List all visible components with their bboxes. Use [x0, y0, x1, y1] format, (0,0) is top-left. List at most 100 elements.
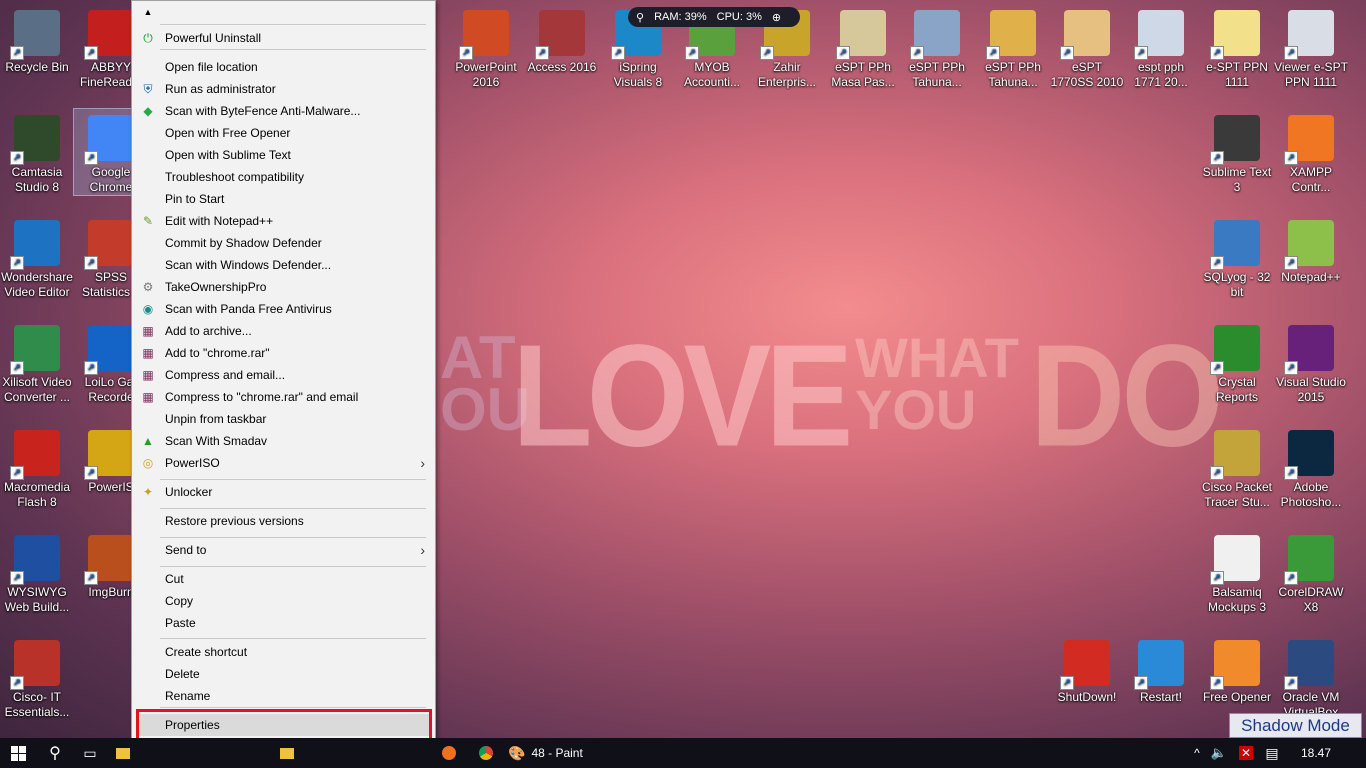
desktop-icon-label: Free Opener: [1202, 690, 1272, 704]
shortcut-arrow-icon: ↗: [1134, 676, 1148, 690]
menu-item-paste[interactable]: Paste: [132, 612, 435, 634]
desktop-icon-label: e-SPT PPN 1111: [1206, 60, 1268, 89]
desktop-icon-sublime-text-3[interactable]: ↗ Sublime Text 3: [1200, 109, 1274, 195]
desktop-icon-wondershare-video-editor[interactable]: ↗ Wondershare Video Editor: [0, 214, 74, 300]
shadow-mode-label: Shadow Mode: [1229, 713, 1362, 738]
desktop-icon-coreldraw-x8[interactable]: ↗ CorelDRAW X8: [1274, 529, 1348, 615]
menu-item-troubleshoot-compatibility[interactable]: Troubleshoot compatibility: [132, 166, 435, 188]
menu-item-pin-to-start[interactable]: Pin to Start: [132, 188, 435, 210]
desktop-icon-espt-1770ss-2010[interactable]: ↗ eSPT 1770SS 2010: [1050, 4, 1124, 90]
espt-pph-masa-pas-icon: ↗: [836, 10, 886, 60]
menu-item-cut[interactable]: Cut: [132, 568, 435, 590]
desktop-icon-viewer-e-spt-ppn-1111[interactable]: ↗ Viewer e-SPT PPN 1111: [1274, 4, 1348, 90]
folder-icon[interactable]: [276, 738, 298, 768]
network-icon[interactable]: ✕: [1236, 738, 1256, 768]
shortcut-arrow-icon: ↗: [1210, 466, 1224, 480]
menu-item-create-shortcut[interactable]: Create shortcut: [132, 641, 435, 663]
action-center-icon[interactable]: ▤: [1262, 738, 1282, 768]
menu-item-takeownershippro[interactable]: ⚙ TakeOwnershipPro: [132, 276, 435, 298]
desktop-icon-oracle-vm-virtualbox[interactable]: ↗ Oracle VM VirtualBox: [1274, 634, 1348, 720]
menu-item-label: Pin to Start: [165, 192, 225, 206]
desktop-icon-sqlyog-32-bit[interactable]: ↗ SQLyog - 32 bit: [1200, 214, 1274, 300]
gear-icon: ⚙: [142, 280, 154, 294]
show-hidden-icons-icon[interactable]: ^: [1188, 738, 1206, 768]
menu-item-send-to[interactable]: Send to ›: [132, 539, 435, 561]
desktop-icon-xampp-contr[interactable]: ↗ XAMPP Contr...: [1274, 109, 1348, 195]
menu-item-unlocker[interactable]: ✦ Unlocker: [132, 481, 435, 503]
desktop-icon-e-spt-ppn-1111[interactable]: ↗ e-SPT PPN 1111: [1200, 4, 1274, 90]
desktop-icon-cisco-packet-tracer-stu[interactable]: ↗ Cisco Packet Tracer Stu...: [1200, 424, 1274, 510]
desktop-icon-cisco-it-essentials[interactable]: ↗ Cisco- IT Essentials...: [0, 634, 74, 720]
menu-item-open-with-free-opener[interactable]: Open with Free Opener: [132, 122, 435, 144]
menu-item-powerful-uninstall[interactable]: ⏻ Powerful Uninstall: [132, 27, 435, 49]
volume-icon[interactable]: 🔈: [1210, 738, 1228, 768]
ram-usage: RAM: 39%: [654, 11, 707, 23]
menu-item-compress-to-chrome-rar-and-email[interactable]: ▦ Compress to "chrome.rar" and email: [132, 386, 435, 408]
start-button[interactable]: [0, 738, 36, 768]
desktop-icon-restart[interactable]: ↗ Restart!: [1124, 634, 1198, 705]
paint-taskbar-button[interactable]: 🎨 48 - Paint: [508, 738, 598, 768]
desktop-icon-espt-pph-1771-20[interactable]: ↗ espt pph 1771 20...: [1124, 4, 1198, 90]
shortcut-arrow-icon: ↗: [1134, 46, 1148, 60]
menu-item-copy[interactable]: Copy: [132, 590, 435, 612]
desktop-icon-balsamiq-mockups-3[interactable]: ↗ Balsamiq Mockups 3: [1200, 529, 1274, 615]
menu-item-scan-with-bytefence-anti-malware[interactable]: ◆ Scan with ByteFence Anti-Malware...: [132, 100, 435, 122]
menu-item-commit-by-shadow-defender[interactable]: Commit by Shadow Defender: [132, 232, 435, 254]
menu-item-poweriso[interactable]: ◎ PowerISO ›: [132, 452, 435, 474]
search-icon[interactable]: ⚲: [40, 738, 70, 768]
file-explorer-icon[interactable]: [112, 738, 134, 768]
panda-icon: ◉: [142, 302, 154, 316]
viewer-e-spt-ppn-1111-icon: ↗: [1284, 10, 1334, 60]
menu-item-unpin-from-taskbar[interactable]: Unpin from taskbar: [132, 408, 435, 430]
desktop-icon-adobe-photosho[interactable]: ↗ Adobe Photosho...: [1274, 424, 1348, 510]
desktop-icon-access-2016[interactable]: ↗ Access 2016: [525, 4, 599, 75]
menu-separator: [160, 537, 426, 538]
desktop-icon-powerpoint-2016[interactable]: ↗ PowerPoint 2016: [449, 4, 523, 90]
shortcut-arrow-icon: ↗: [10, 46, 24, 60]
task-view-icon[interactable]: ▭: [74, 738, 106, 768]
windows-logo-icon: [10, 745, 26, 761]
menu-item-delete[interactable]: Delete: [132, 663, 435, 685]
desktop-icon-notepad[interactable]: ↗ Notepad++: [1274, 214, 1348, 285]
menu-item-label: Commit by Shadow Defender: [165, 236, 322, 250]
resource-monitor-widget[interactable]: ⚲ RAM: 39% CPU: 3% ⊕: [628, 7, 800, 27]
menu-item-run-as-administrator[interactable]: ⛨ Run as administrator: [132, 78, 435, 100]
xampp-contr-icon: ↗: [1284, 115, 1334, 165]
desktop-icon-label: Visual Studio 2015: [1276, 375, 1346, 404]
desktop-icon-macromedia-flash-8[interactable]: ↗ Macromedia Flash 8: [0, 424, 74, 510]
menu-item-restore-previous-versions[interactable]: Restore previous versions: [132, 510, 435, 532]
menu-item-add-to-chrome-rar[interactable]: ▦ Add to "chrome.rar": [132, 342, 435, 364]
menu-item-scan-with-panda-free-antivirus[interactable]: ◉ Scan with Panda Free Antivirus: [132, 298, 435, 320]
broom-icon: ⚲: [636, 11, 645, 24]
menu-item-label: Troubleshoot compatibility: [165, 170, 304, 184]
adobe-photosho-icon: ↗: [1284, 430, 1334, 480]
menu-item-rename[interactable]: Rename: [132, 685, 435, 707]
desktop-icon-shutdown[interactable]: ↗ ShutDown!: [1050, 634, 1124, 705]
desktop-icon-label: PowerPoint 2016: [455, 60, 517, 89]
desktop-icon-visual-studio-2015[interactable]: ↗ Visual Studio 2015: [1274, 319, 1348, 405]
firefox-icon[interactable]: [438, 738, 460, 768]
desktop-icon-espt-pph-masa-pas[interactable]: ↗ eSPT PPh Masa Pas...: [826, 4, 900, 90]
menu-separator: [160, 479, 426, 480]
menu-item-open-with-sublime-text[interactable]: Open with Sublime Text: [132, 144, 435, 166]
menu-scroll-up[interactable]: ▲: [132, 1, 435, 23]
desktop-icon-camtasia-studio-8[interactable]: ↗ Camtasia Studio 8: [0, 109, 74, 195]
desktop-icon-crystal-reports[interactable]: ↗ Crystal Reports: [1200, 319, 1274, 405]
menu-item-scan-with-windows-defender[interactable]: Scan with Windows Defender...: [132, 254, 435, 276]
expand-icon[interactable]: ⊕: [772, 11, 781, 24]
desktop-icon-xilisoft-video-converter[interactable]: ↗ Xilisoft Video Converter ...: [0, 319, 74, 405]
menu-item-compress-and-email[interactable]: ▦ Compress and email...: [132, 364, 435, 386]
chrome-taskbar-icon[interactable]: [474, 738, 498, 768]
menu-item-add-to-archive[interactable]: ▦ Add to archive...: [132, 320, 435, 342]
desktop-icon-recycle-bin[interactable]: ↗ Recycle Bin: [0, 4, 74, 75]
shortcut-arrow-icon: ↗: [1284, 676, 1298, 690]
desktop-icon-espt-pph-tahuna[interactable]: ↗ eSPT PPh Tahuna...: [900, 4, 974, 90]
menu-item-edit-with-notepad[interactable]: ✎ Edit with Notepad++: [132, 210, 435, 232]
desktop-icon-wysiwyg-web-build[interactable]: ↗ WYSIWYG Web Build...: [0, 529, 74, 615]
desktop-icon-espt-pph-tahuna[interactable]: ↗ eSPT PPh Tahuna...: [976, 4, 1050, 90]
paint-icon: 🎨: [508, 744, 526, 761]
menu-item-scan-with-smadav[interactable]: ▲ Scan With Smadav: [132, 430, 435, 452]
clock[interactable]: 18.47: [1296, 738, 1336, 768]
menu-item-open-file-location[interactable]: Open file location: [132, 56, 435, 78]
desktop-icon-free-opener[interactable]: ↗ Free Opener: [1200, 634, 1274, 705]
